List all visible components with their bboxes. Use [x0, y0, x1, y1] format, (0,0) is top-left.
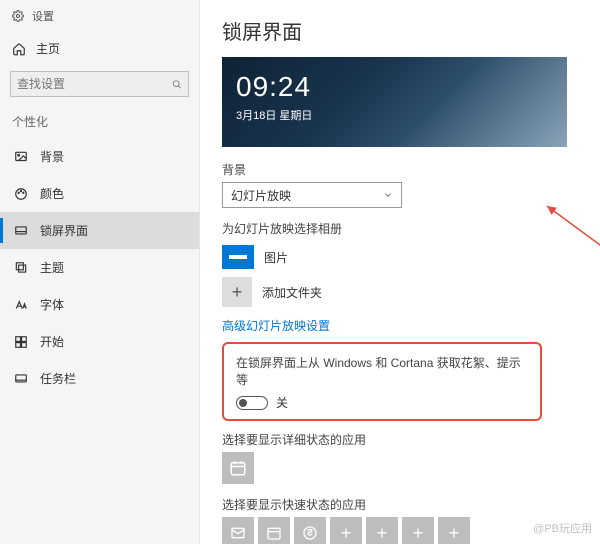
- plus-icon: +: [222, 277, 252, 307]
- skype-icon: [302, 525, 318, 541]
- quick-status-tile[interactable]: [294, 517, 326, 544]
- home-nav[interactable]: 主页: [0, 32, 199, 65]
- section-label: 个性化: [0, 107, 199, 138]
- calendar-icon: [266, 525, 282, 541]
- sidebar-item-label: 背景: [40, 148, 64, 165]
- search-icon: [172, 78, 182, 91]
- start-icon: [14, 335, 28, 349]
- album-item[interactable]: 图片: [222, 245, 578, 269]
- cortana-tips-label: 在锁屏界面上从 Windows 和 Cortana 获取花絮、提示等: [236, 354, 528, 388]
- sidebar-item-background[interactable]: 背景: [0, 138, 199, 175]
- preview-time: 09:24: [236, 71, 311, 103]
- album-thumb-icon: [222, 245, 254, 269]
- detailed-status-label: 选择要显示详细状态的应用: [222, 431, 578, 448]
- plus-icon: +: [413, 523, 424, 544]
- taskbar-icon: [14, 372, 28, 386]
- page-title: 锁屏界面: [222, 16, 578, 45]
- quick-status-add[interactable]: +: [402, 517, 434, 544]
- watermark: @PB玩应用: [533, 520, 592, 536]
- themes-icon: [14, 261, 28, 275]
- background-label: 背景: [222, 161, 578, 178]
- main-content: 锁屏界面 09:24 3月18日 星期日 背景 幻灯片放映 为幻灯片放映选择相册…: [200, 0, 600, 544]
- calendar-icon: [229, 459, 247, 477]
- sidebar-item-label: 任务栏: [40, 370, 76, 387]
- quick-status-tile[interactable]: [258, 517, 290, 544]
- dropdown-selected: 幻灯片放映: [231, 187, 291, 204]
- sidebar-item-taskbar[interactable]: 任务栏: [0, 360, 199, 397]
- quick-status-tiles: + + + +: [222, 517, 578, 544]
- quick-status-add[interactable]: +: [330, 517, 362, 544]
- sidebar: 设置 主页 个性化 背景 颜色 锁屏界面 主题 字体: [0, 0, 200, 544]
- background-dropdown[interactable]: 幻灯片放映: [222, 182, 402, 208]
- plus-icon: +: [449, 523, 460, 544]
- plus-icon: +: [377, 523, 388, 544]
- sidebar-item-label: 开始: [40, 333, 64, 350]
- quick-status-add[interactable]: +: [366, 517, 398, 544]
- sidebar-item-colors[interactable]: 颜色: [0, 175, 199, 212]
- search-input[interactable]: [17, 77, 172, 91]
- arrow-annotation: [535, 198, 600, 288]
- quick-status-add[interactable]: +: [438, 517, 470, 544]
- picture-icon: [14, 150, 28, 164]
- sidebar-item-label: 颜色: [40, 185, 64, 202]
- mail-icon: [230, 525, 246, 541]
- home-icon: [12, 42, 26, 56]
- sidebar-item-themes[interactable]: 主题: [0, 249, 199, 286]
- add-folder-row[interactable]: + 添加文件夹: [222, 277, 578, 307]
- font-icon: [14, 298, 28, 312]
- add-folder-label: 添加文件夹: [262, 284, 322, 301]
- sidebar-item-label: 字体: [40, 296, 64, 313]
- sidebar-item-start[interactable]: 开始: [0, 323, 199, 360]
- palette-icon: [14, 187, 28, 201]
- search-box[interactable]: [10, 71, 189, 97]
- toggle-value: 关: [276, 394, 288, 411]
- sidebar-item-lockscreen[interactable]: 锁屏界面: [0, 212, 199, 249]
- chevron-down-icon: [383, 190, 393, 200]
- albums-label: 为幻灯片放映选择相册: [222, 220, 578, 237]
- lockscreen-preview: 09:24 3月18日 星期日: [222, 57, 567, 147]
- preview-date: 3月18日 星期日: [236, 107, 312, 123]
- highlight-annotation: 在锁屏界面上从 Windows 和 Cortana 获取花絮、提示等 关: [222, 342, 542, 421]
- sidebar-item-label: 锁屏界面: [40, 222, 88, 239]
- detailed-status-app-tile[interactable]: [222, 452, 254, 484]
- quick-status-label: 选择要显示快速状态的应用: [222, 496, 578, 513]
- quick-status-tile[interactable]: [222, 517, 254, 544]
- cortana-tips-toggle[interactable]: [236, 396, 268, 410]
- album-item-label: 图片: [264, 249, 288, 266]
- sidebar-item-label: 主题: [40, 259, 64, 276]
- plus-icon: +: [341, 523, 352, 544]
- sidebar-item-fonts[interactable]: 字体: [0, 286, 199, 323]
- home-label: 主页: [36, 40, 60, 57]
- settings-icon: [12, 10, 24, 22]
- advanced-slideshow-link[interactable]: 高级幻灯片放映设置: [222, 317, 578, 334]
- window-header: 设置: [0, 0, 199, 32]
- lockscreen-icon: [14, 224, 28, 238]
- app-name: 设置: [32, 8, 54, 24]
